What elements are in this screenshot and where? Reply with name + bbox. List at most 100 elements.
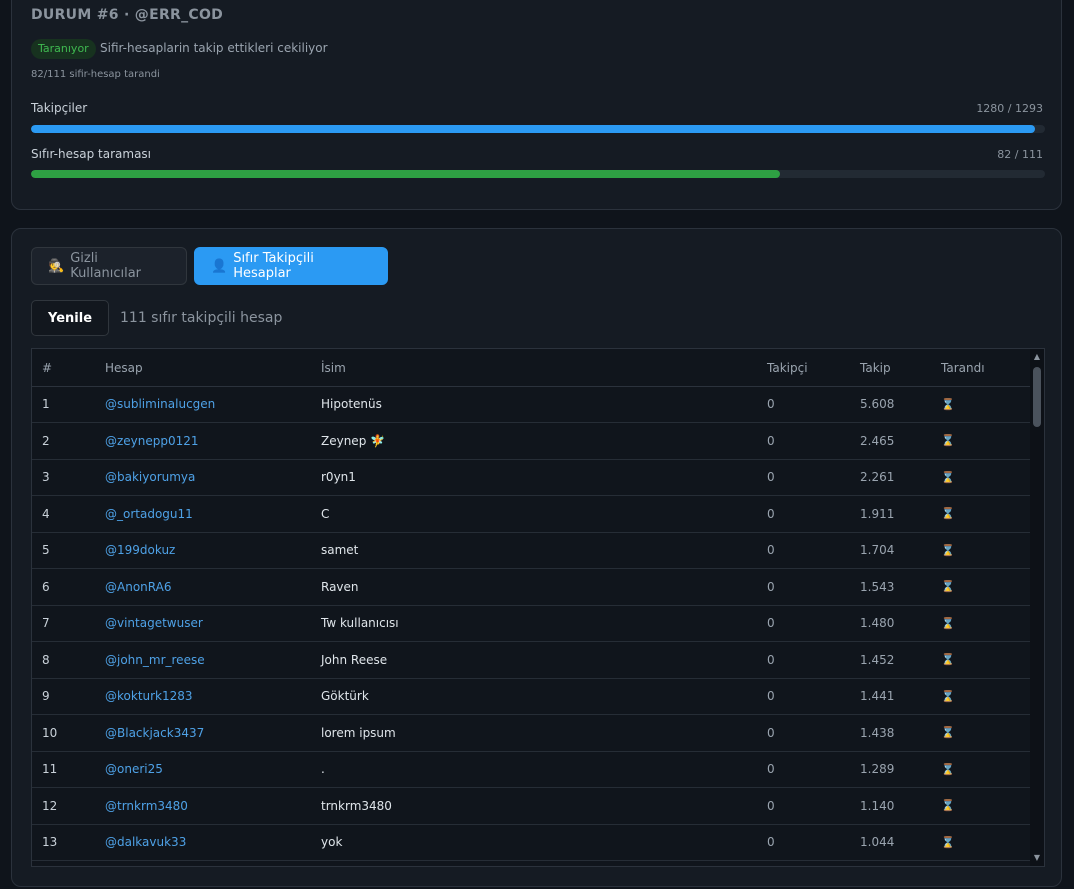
scroll-down-arrow-icon[interactable]: ▼ — [1032, 853, 1042, 863]
result-count: 111 sıfır takipçili hesap — [120, 310, 283, 326]
hourglass-icon: ⌛ — [941, 653, 955, 666]
display-name: samet — [321, 543, 359, 557]
account-link[interactable]: @subliminalucgen — [105, 386, 215, 422]
following-count: 5.608 — [860, 397, 895, 411]
header-account: Hesap — [105, 360, 143, 375]
row-num: 5 — [42, 543, 50, 557]
following-count: 1.911 — [860, 506, 895, 521]
header-following: Takip — [860, 360, 891, 375]
table-row: 1 @subliminalucgen Hipotenüs 0 5.608 ⌛ — [32, 386, 1030, 423]
account-link[interactable]: @Blackjack3437 — [105, 715, 204, 751]
status-panel: DURUM #6 · @ERR_COD Taranıyor Sifir-hesa… — [11, 0, 1062, 210]
display-name: lorem ipsum — [321, 725, 396, 740]
display-name: . — [321, 762, 325, 776]
following-count: 1.452 — [860, 652, 895, 667]
hourglass-icon: ⌛ — [941, 799, 955, 812]
results-panel: 🕵 Gizli Kullanıcılar 👤 Sıfır Takipçili H… — [11, 228, 1062, 887]
zero-scan-progress-bar — [31, 170, 1045, 178]
scroll-thumb[interactable] — [1033, 367, 1041, 427]
row-num: 8 — [42, 652, 50, 667]
table-row: 13 @dalkavuk33 yok 0 1.044 ⌛ — [32, 824, 1030, 861]
followers-count: 0 — [767, 433, 775, 448]
hourglass-icon: ⌛ — [941, 434, 955, 447]
accounts-table: # Hesap İsim Takipçi Takip Tarandı 1 @sub… — [31, 348, 1045, 867]
zero-scan-progress-label: Sıfır-hesap taraması — [31, 147, 152, 161]
followers-count: 0 — [767, 579, 775, 594]
followers-count: 0 — [767, 397, 775, 411]
header-followers: Takipçi — [767, 360, 808, 375]
followers-count: 0 — [767, 652, 775, 667]
followers-count: 0 — [767, 543, 775, 557]
row-num: 4 — [42, 506, 50, 521]
followers-count: 0 — [767, 506, 775, 521]
followers-count: 0 — [767, 470, 775, 484]
account-link[interactable]: @_ortadogu11 — [105, 496, 193, 532]
row-num: 13 — [42, 835, 58, 849]
status-message: Sifir-hesaplarin takip ettikleri cekiliy… — [100, 41, 328, 55]
display-name: C — [321, 506, 330, 521]
following-count: 1.289 — [860, 762, 895, 776]
following-count: 1.480 — [860, 616, 895, 630]
account-link[interactable]: @AnonRA6 — [105, 569, 171, 605]
account-link[interactable]: @bakiyorumya — [105, 459, 195, 495]
hourglass-icon: ⌛ — [941, 543, 955, 557]
display-name: yok — [321, 835, 343, 849]
hourglass-icon: ⌛ — [941, 580, 955, 593]
scroll-up-arrow-icon[interactable]: ▲ — [1032, 352, 1042, 362]
hourglass-icon: ⌛ — [941, 507, 955, 520]
following-count: 1.543 — [860, 579, 895, 594]
hourglass-icon: ⌛ — [941, 835, 955, 849]
display-name: John Reese — [321, 652, 388, 667]
followers-progress-label: Takipçiler — [31, 101, 88, 115]
display-name: Tw kullanıcısı — [321, 616, 399, 630]
person-icon: 👤 — [211, 258, 228, 274]
header-name: İsim — [321, 360, 346, 375]
account-link[interactable]: @vintagetwuser — [105, 605, 203, 641]
tab-zero-follower-accounts[interactable]: 👤 Sıfır Takipçili Hesaplar — [194, 247, 388, 285]
following-count: 1.140 — [860, 798, 895, 813]
followers-count: 0 — [767, 798, 775, 813]
account-link[interactable]: @john_mr_reese — [105, 642, 205, 678]
zero-scan-progress-count: 82 / 111 — [997, 148, 1043, 161]
table-row: 5 @199dokuz samet 0 1.704 ⌛ — [32, 532, 1030, 569]
table-row: 8 @john_mr_reese John Reese 0 1.452 ⌛ — [32, 642, 1030, 679]
following-count: 1.044 — [860, 835, 895, 849]
account-link[interactable]: @dalkavuk33 — [105, 824, 186, 860]
account-link[interactable]: @oneri25 — [105, 751, 163, 787]
header-num: # — [42, 360, 53, 375]
table-row: 9 @kokturk1283 Göktürk 0 1.441 ⌛ — [32, 678, 1030, 715]
row-num: 11 — [42, 762, 58, 776]
followers-progress-bar — [31, 125, 1045, 133]
account-link[interactable]: @trnkrm3480 — [105, 788, 188, 824]
table-row: 2 @zeynepp0121 Zeynep 🧚 0 2.465 ⌛ — [32, 423, 1030, 460]
followers-progress-fill — [31, 125, 1035, 133]
table-row: 3 @bakiyorumya r0yn1 0 2.261 ⌛ — [32, 459, 1030, 496]
hourglass-icon: ⌛ — [941, 762, 955, 776]
row-num: 6 — [42, 579, 50, 594]
detective-icon: 🕵 — [48, 258, 65, 274]
hourglass-icon: ⌛ — [941, 726, 955, 739]
account-link[interactable]: @kokturk1283 — [105, 678, 193, 714]
refresh-button[interactable]: Yenile — [31, 300, 109, 336]
display-name: trnkrm3480 — [321, 798, 392, 813]
row-num: 2 — [42, 433, 50, 448]
row-num: 9 — [42, 689, 50, 703]
following-count: 1.441 — [860, 689, 895, 703]
table-row: 4 @_ortadogu11 C 0 1.911 ⌛ — [32, 496, 1030, 533]
table-row: 12 @trnkrm3480 trnkrm3480 0 1.140 ⌛ — [32, 788, 1030, 825]
account-link[interactable]: @199dokuz — [105, 532, 175, 568]
status-badge: Taranıyor — [31, 39, 96, 59]
table-row: 6 @AnonRA6 Raven 0 1.543 ⌛ — [32, 569, 1030, 606]
followers-progress-count: 1280 / 1293 — [976, 102, 1043, 115]
table-row: 10 @Blackjack3437 lorem ipsum 0 1.438 ⌛ — [32, 715, 1030, 752]
table-row: 7 @vintagetwuser Tw kullanıcısı 0 1.480 ⌛ — [32, 605, 1030, 642]
hourglass-icon: ⌛ — [941, 616, 955, 630]
table-row: 11 @oneri25. 0 1.289 ⌛ — [32, 751, 1030, 788]
account-link[interactable]: @zeynepp0121 — [105, 423, 199, 459]
header-scanned: Tarandı — [941, 360, 985, 375]
hourglass-icon: ⌛ — [941, 397, 955, 411]
followers-count: 0 — [767, 762, 775, 776]
tab-hidden-users[interactable]: 🕵 Gizli Kullanıcılar — [31, 247, 187, 285]
table-scrollbar[interactable]: ▲ ▼ — [1030, 349, 1044, 866]
followers-count: 0 — [767, 616, 775, 630]
